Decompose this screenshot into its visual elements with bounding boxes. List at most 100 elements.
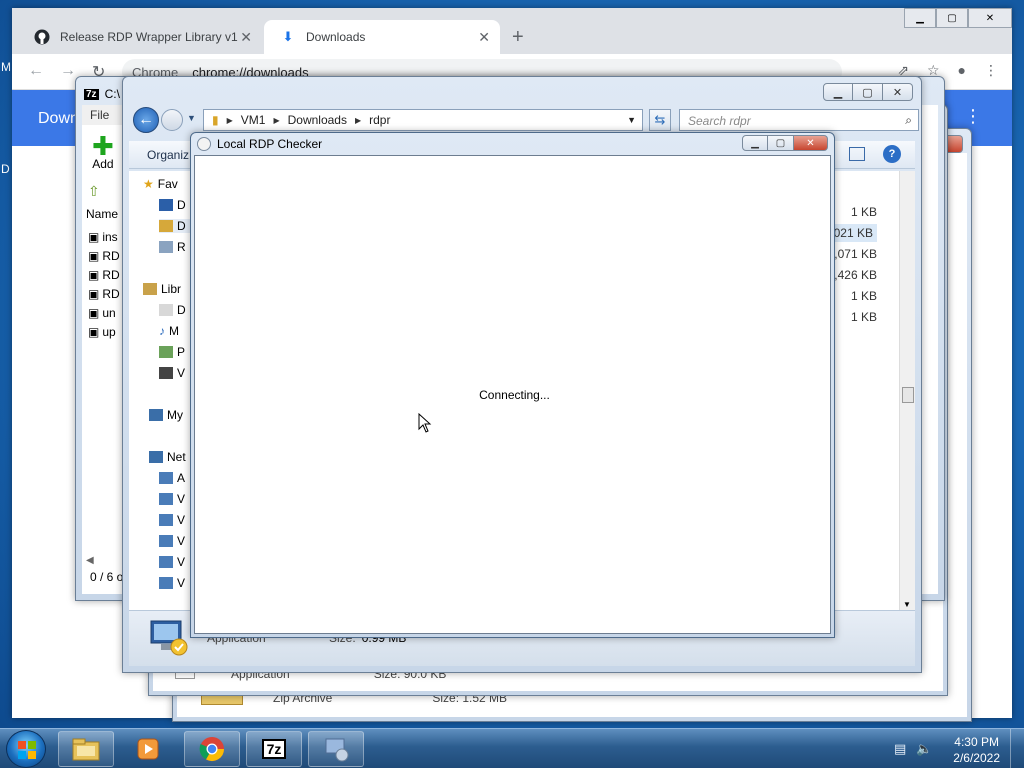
- profile-icon[interactable]: ●: [958, 62, 966, 79]
- file-name: un: [102, 305, 116, 320]
- address-row: ← ▼ ▮ ▶ VM1 ▶ Downloads ▶ rdpr ▼ ⇆ Searc…: [131, 107, 919, 135]
- file-icon: ▣: [88, 305, 100, 320]
- close-icon[interactable]: ✕: [240, 29, 252, 46]
- taskbar-media-player[interactable]: [120, 731, 176, 767]
- file-icon: ▣: [88, 267, 100, 282]
- maximize-button[interactable]: ▢: [768, 135, 794, 151]
- chevron-right-icon[interactable]: ▶: [355, 116, 361, 125]
- network-icon[interactable]: ▤: [894, 741, 906, 757]
- recent-pages-icon[interactable]: ▼: [187, 113, 196, 123]
- help-icon[interactable]: ?: [883, 145, 901, 163]
- organize-button[interactable]: Organiz: [147, 148, 189, 162]
- desktop-icon-label[interactable]: D: [1, 162, 10, 176]
- tab-downloads[interactable]: ⬇ Downloads ✕: [264, 20, 500, 54]
- volume-icon[interactable]: 🔈: [916, 741, 932, 757]
- minimize-button[interactable]: ▁: [742, 135, 768, 151]
- rdp-checker-icon: [197, 137, 211, 151]
- window-title-label: Local RDP Checker: [217, 137, 323, 151]
- nav-item[interactable]: D: [159, 219, 194, 233]
- file-name: RD: [102, 248, 120, 263]
- new-tab-button[interactable]: +: [512, 26, 524, 49]
- file-size[interactable]: ,426 KB: [834, 268, 877, 282]
- breadcrumb[interactable]: ▮ ▶ VM1 ▶ Downloads ▶ rdpr ▼: [203, 109, 643, 131]
- taskbar-7zip[interactable]: 7z: [246, 731, 302, 767]
- taskbar-file-explorer[interactable]: [58, 731, 114, 767]
- nav-item[interactable]: R: [159, 240, 186, 254]
- add-button[interactable]: ✚ Add: [92, 133, 114, 171]
- file-name: RD: [102, 286, 120, 301]
- scroll-left-icon[interactable]: ◀: [86, 555, 94, 566]
- forward-button[interactable]: [161, 109, 183, 131]
- file-name: up: [102, 324, 116, 339]
- refresh-button[interactable]: ⇆: [649, 109, 671, 131]
- back-button[interactable]: ←: [133, 107, 159, 133]
- mouse-cursor-icon: [418, 413, 432, 433]
- vertical-scrollbar[interactable]: ▼: [899, 171, 915, 611]
- preview-pane-icon[interactable]: [849, 147, 865, 161]
- minimize-button[interactable]: ▁: [904, 8, 936, 28]
- minimize-button[interactable]: ▁: [823, 83, 853, 101]
- tab-release-rdp-wrapper[interactable]: Release RDP Wrapper Library v1 ✕: [18, 20, 262, 54]
- nav-computer[interactable]: My: [149, 408, 183, 422]
- desktop-icon: [159, 199, 173, 211]
- chevron-right-icon[interactable]: ▶: [227, 116, 233, 125]
- chevron-down-icon[interactable]: ▼: [627, 115, 636, 125]
- more-icon[interactable]: ⋮: [964, 106, 982, 127]
- network-computer-icon: [159, 514, 173, 526]
- up-folder-icon[interactable]: ⇧: [88, 183, 100, 200]
- clock[interactable]: 4:30 PM 2/6/2022: [953, 734, 1000, 766]
- chrome-icon: [199, 737, 224, 762]
- download-icon: ⬇: [282, 29, 294, 44]
- breadcrumb-item[interactable]: rdpr: [369, 113, 390, 127]
- clock-date: 2/6/2022: [953, 751, 1000, 765]
- back-arrow-icon[interactable]: ←: [28, 62, 44, 80]
- window-title: 7z C:\: [84, 87, 120, 101]
- breadcrumb-item[interactable]: Downloads: [288, 113, 347, 127]
- github-icon: [34, 29, 50, 45]
- taskbar-chrome[interactable]: [184, 731, 240, 767]
- breadcrumb-item[interactable]: VM1: [241, 113, 266, 127]
- menu-icon[interactable]: ⋮: [984, 62, 998, 79]
- nav-item[interactable]: ♪ M: [159, 324, 179, 338]
- nav-item[interactable]: A: [159, 471, 185, 485]
- close-button[interactable]: ✕: [968, 8, 1012, 28]
- nav-item[interactable]: V: [159, 576, 185, 590]
- taskbar-rdp-checker[interactable]: [308, 731, 364, 767]
- close-icon[interactable]: ✕: [478, 29, 490, 46]
- start-button[interactable]: [6, 730, 46, 768]
- file-size[interactable]: 1 KB: [851, 310, 877, 324]
- maximize-button[interactable]: ▢: [936, 8, 968, 28]
- file-size[interactable]: ,071 KB: [834, 247, 877, 261]
- path-label: C:\: [104, 87, 120, 101]
- chevron-right-icon[interactable]: ▶: [273, 116, 279, 125]
- nav-item[interactable]: D: [159, 303, 186, 317]
- nav-item[interactable]: P: [159, 345, 185, 359]
- maximize-button[interactable]: ▢: [853, 83, 883, 101]
- column-header-name[interactable]: Name: [86, 207, 118, 221]
- scroll-down-icon[interactable]: ▼: [903, 600, 911, 609]
- nav-item[interactable]: V: [159, 492, 185, 506]
- taskbar: 7z ▤ 🔈 4:30 PM 2/6/2022: [0, 728, 1024, 768]
- nav-network[interactable]: Net: [149, 450, 186, 464]
- network-computer-icon: [159, 493, 173, 505]
- network-icon: [149, 451, 163, 463]
- file-name: RD: [102, 267, 120, 282]
- close-button[interactable]: ✕: [794, 135, 828, 151]
- close-button[interactable]: ✕: [883, 83, 913, 101]
- rdp-client-area[interactable]: Connecting...: [194, 155, 831, 634]
- scrollbar-thumb[interactable]: [902, 387, 914, 403]
- desktop-icon-label[interactable]: M: [1, 60, 11, 74]
- nav-favorites[interactable]: ★ Fav: [143, 177, 178, 191]
- show-desktop-button[interactable]: [1010, 729, 1024, 768]
- nav-libraries[interactable]: Libr: [143, 282, 181, 296]
- search-input[interactable]: Search rdpr ⌕: [679, 109, 919, 131]
- nav-item[interactable]: V: [159, 555, 185, 569]
- nav-item[interactable]: V: [159, 534, 185, 548]
- file-size[interactable]: 1 KB: [851, 289, 877, 303]
- nav-item[interactable]: V: [159, 366, 185, 380]
- nav-item[interactable]: D: [159, 198, 186, 212]
- nav-item[interactable]: V: [159, 513, 185, 527]
- forward-arrow-icon[interactable]: →: [60, 62, 76, 80]
- file-size[interactable]: 1 KB: [851, 205, 877, 219]
- rdp-checker-window[interactable]: Local RDP Checker ▁ ▢ ✕ Connecting...: [190, 132, 835, 638]
